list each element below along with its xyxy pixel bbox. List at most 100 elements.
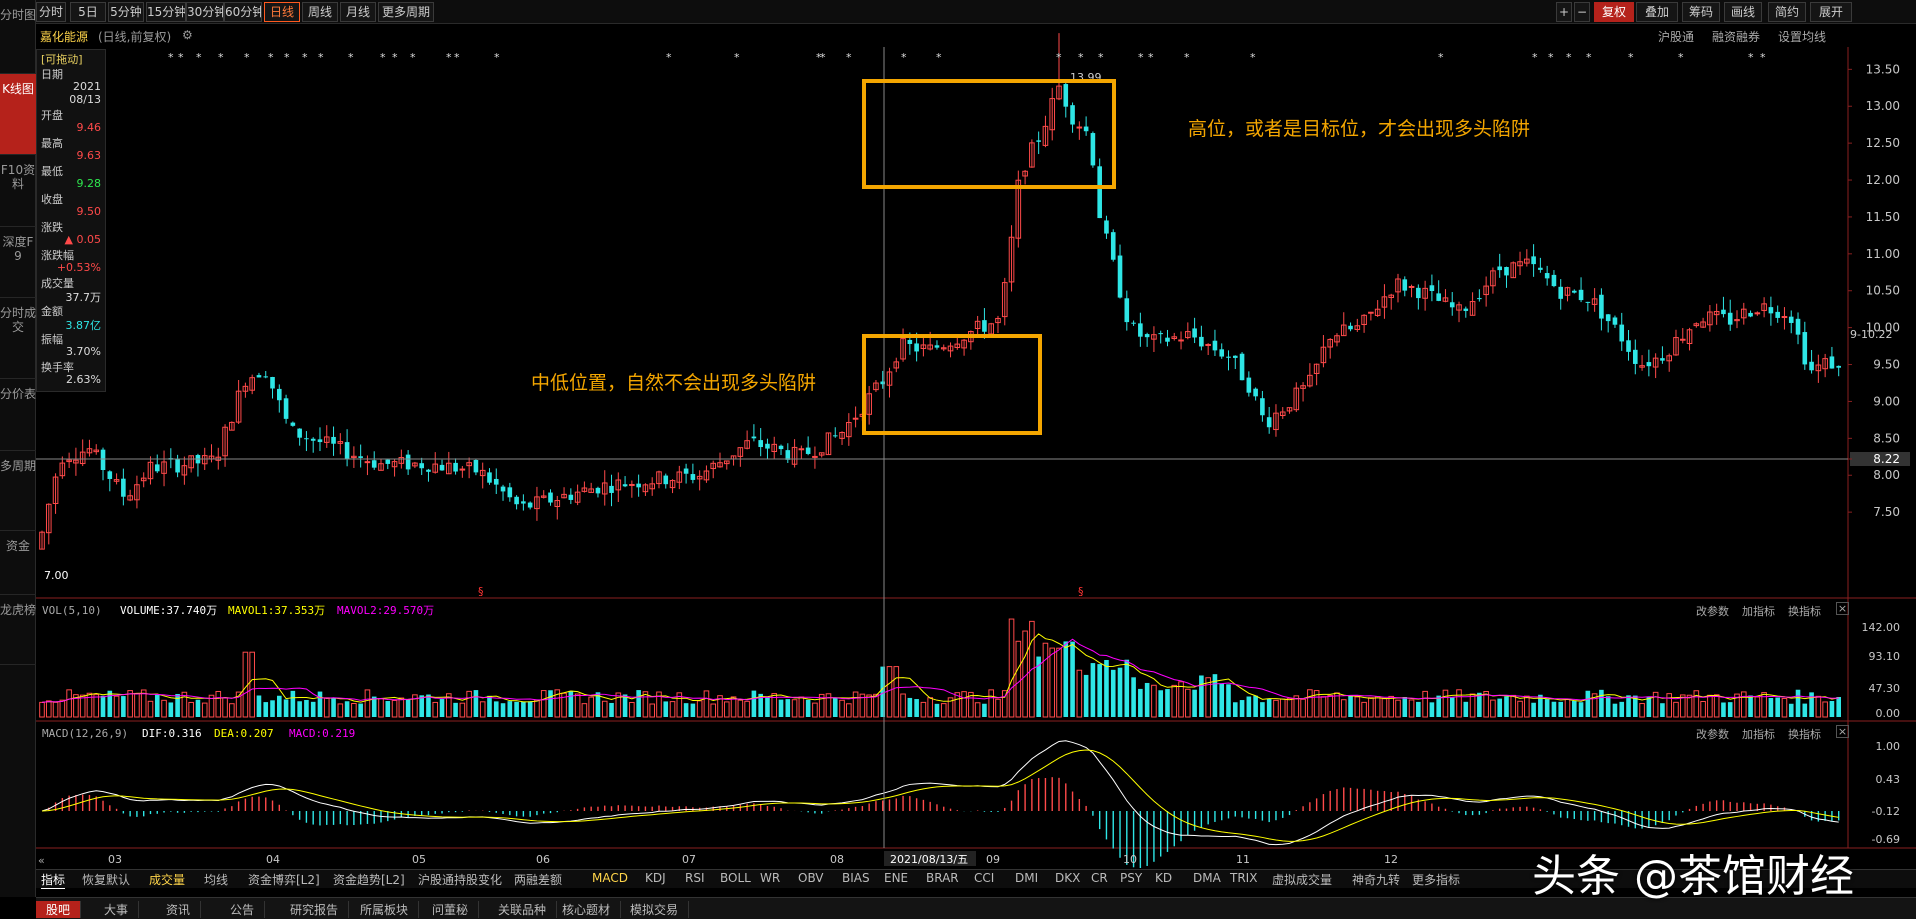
macd-close-icon[interactable]: ×: [1836, 725, 1849, 738]
bottom-tab[interactable]: 所属板块: [350, 901, 420, 918]
info-panel[interactable]: [可拖动] 日期 2021 08/13 开盘 9.46 最高 9.63 最低 9…: [36, 49, 106, 392]
macd-indicator-name[interactable]: MACD(12,26,9): [42, 726, 128, 744]
cursor-date: 2021/08/13/五: [890, 853, 968, 866]
volume-bar: [432, 701, 439, 718]
indicator-tab[interactable]: CCI: [974, 871, 994, 885]
price-tick: 12.50: [1866, 136, 1900, 150]
volume-bar: [1368, 697, 1374, 718]
bottom-tab[interactable]: 模拟交易: [620, 901, 690, 918]
indicator-tab[interactable]: RSI: [685, 871, 705, 885]
indicator-tab[interactable]: PSY: [1120, 871, 1142, 885]
indicator-tab[interactable]: 神奇九转: [1352, 871, 1400, 888]
bottom-tab[interactable]: 股吧: [36, 901, 82, 918]
macd-edit-params[interactable]: 改参数: [1696, 726, 1729, 742]
vol-add-indicator[interactable]: 加指标: [1742, 603, 1775, 619]
indicator-tab[interactable]: CR: [1091, 871, 1108, 885]
candle-body: [1775, 311, 1780, 318]
indicator-tab[interactable]: 恢复默认: [82, 871, 130, 888]
indicator-tab[interactable]: 两融差额: [514, 871, 562, 888]
indicator-tab[interactable]: DMI: [1015, 871, 1038, 885]
candle-body: [1721, 309, 1726, 315]
volume-bar: [927, 697, 933, 718]
volume-bar: [1219, 683, 1225, 717]
volume-bar: [1076, 669, 1083, 718]
volume-bar: [893, 666, 900, 718]
bottom-tab[interactable]: 问董秘: [422, 901, 480, 918]
candle-body: [832, 435, 838, 437]
event-marker: *: [1250, 51, 1256, 64]
indicator-tab[interactable]: WR: [760, 871, 780, 885]
candle-body: [1131, 322, 1136, 324]
candle-body: [1531, 256, 1536, 265]
indicator-tab[interactable]: TRIX: [1230, 871, 1257, 885]
volume-bar: [1056, 647, 1062, 718]
candle-body: [1104, 220, 1109, 234]
scroll-left-icon[interactable]: «: [38, 854, 45, 867]
indicator-tab[interactable]: ENE: [884, 871, 908, 885]
indicator-tab[interactable]: OBV: [798, 871, 824, 885]
volume-bar: [283, 699, 289, 717]
bottom-tab[interactable]: 研究报告: [280, 901, 350, 918]
candle-body: [568, 494, 574, 500]
close-value: 9.50: [76, 205, 102, 218]
volume-bar: [609, 702, 614, 717]
bottom-tab[interactable]: 关联品种: [488, 901, 558, 918]
volume-bar: [1836, 696, 1841, 717]
vol-indicator-name[interactable]: VOL(5,10): [42, 603, 102, 621]
indicator-tab[interactable]: 沪股通持股变化: [418, 871, 502, 888]
indicator-tab[interactable]: 均线: [204, 871, 228, 888]
indicator-tab[interactable]: BOLL: [720, 871, 751, 885]
macd-switch-indicator[interactable]: 换指标: [1788, 726, 1821, 742]
indicator-tab[interactable]: 更多指标: [1412, 871, 1460, 888]
bottom-tab[interactable]: 公告: [220, 901, 266, 918]
indicator-tab[interactable]: 成交量: [149, 871, 185, 888]
indicator-tab[interactable]: BIAS: [842, 871, 870, 885]
indicator-tab[interactable]: KD: [1155, 871, 1172, 885]
kline-chart[interactable]: 13.5013.0012.5012.0011.5011.0010.5010.00…: [0, 0, 1916, 919]
candle-body: [1239, 353, 1245, 381]
volume-bar: [540, 690, 547, 718]
indicator-tab[interactable]: 虚拟成交量: [1272, 871, 1332, 888]
drag-label[interactable]: [可拖动]: [41, 51, 83, 67]
indicator-tab[interactable]: 资金趋势[L2]: [333, 871, 405, 888]
volume-bar: [459, 702, 466, 718]
volume-bar: [317, 691, 323, 717]
bottom-tab[interactable]: 核心题材: [552, 901, 622, 918]
bottom-tab[interactable]: 资讯: [156, 901, 202, 918]
volume-bar: [791, 699, 798, 718]
indicator-tab[interactable]: 指标: [41, 871, 66, 889]
volume-bar: [364, 689, 371, 718]
macd-add-indicator[interactable]: 加指标: [1742, 726, 1775, 742]
candle-body: [344, 442, 350, 459]
volume-bar: [1429, 702, 1435, 717]
indicator-tab[interactable]: BRAR: [926, 871, 959, 885]
volume-bar: [1260, 702, 1265, 717]
vol-axis-tick: 142.00: [1862, 621, 1901, 634]
volume-bar: [852, 691, 859, 718]
volume-bar: [1388, 695, 1395, 718]
month-label: 11: [1236, 853, 1250, 866]
change-value: ▲ 0.05: [64, 233, 101, 246]
candle-body: [1138, 323, 1143, 337]
open-value: 9.46: [76, 121, 102, 134]
volume-bar: [1605, 696, 1611, 717]
vol-switch-indicator[interactable]: 换指标: [1788, 603, 1821, 619]
candle-body: [331, 436, 336, 444]
vol-close-icon[interactable]: ×: [1836, 602, 1849, 615]
price-tick: 8.50: [1873, 431, 1900, 445]
vol-edit-params[interactable]: 改参数: [1696, 603, 1729, 619]
volume-bar: [147, 700, 154, 718]
indicator-tab[interactable]: DKX: [1055, 871, 1080, 885]
bottom-tab[interactable]: 大事: [94, 901, 140, 918]
indicator-tab[interactable]: 资金博弈[L2]: [248, 871, 320, 888]
candle-body: [1083, 126, 1089, 132]
candle-body: [609, 485, 614, 493]
open-label: 开盘: [41, 109, 63, 122]
low-value: 9.28: [76, 177, 102, 190]
indicator-tab[interactable]: MACD: [592, 871, 628, 885]
volume-bar: [419, 695, 424, 717]
indicator-tab[interactable]: DMA: [1193, 871, 1221, 885]
vol-ma1: MAVOL1:37.353万: [228, 604, 326, 617]
indicator-tab[interactable]: KDJ: [645, 871, 666, 885]
volume-bar: [1815, 695, 1822, 718]
